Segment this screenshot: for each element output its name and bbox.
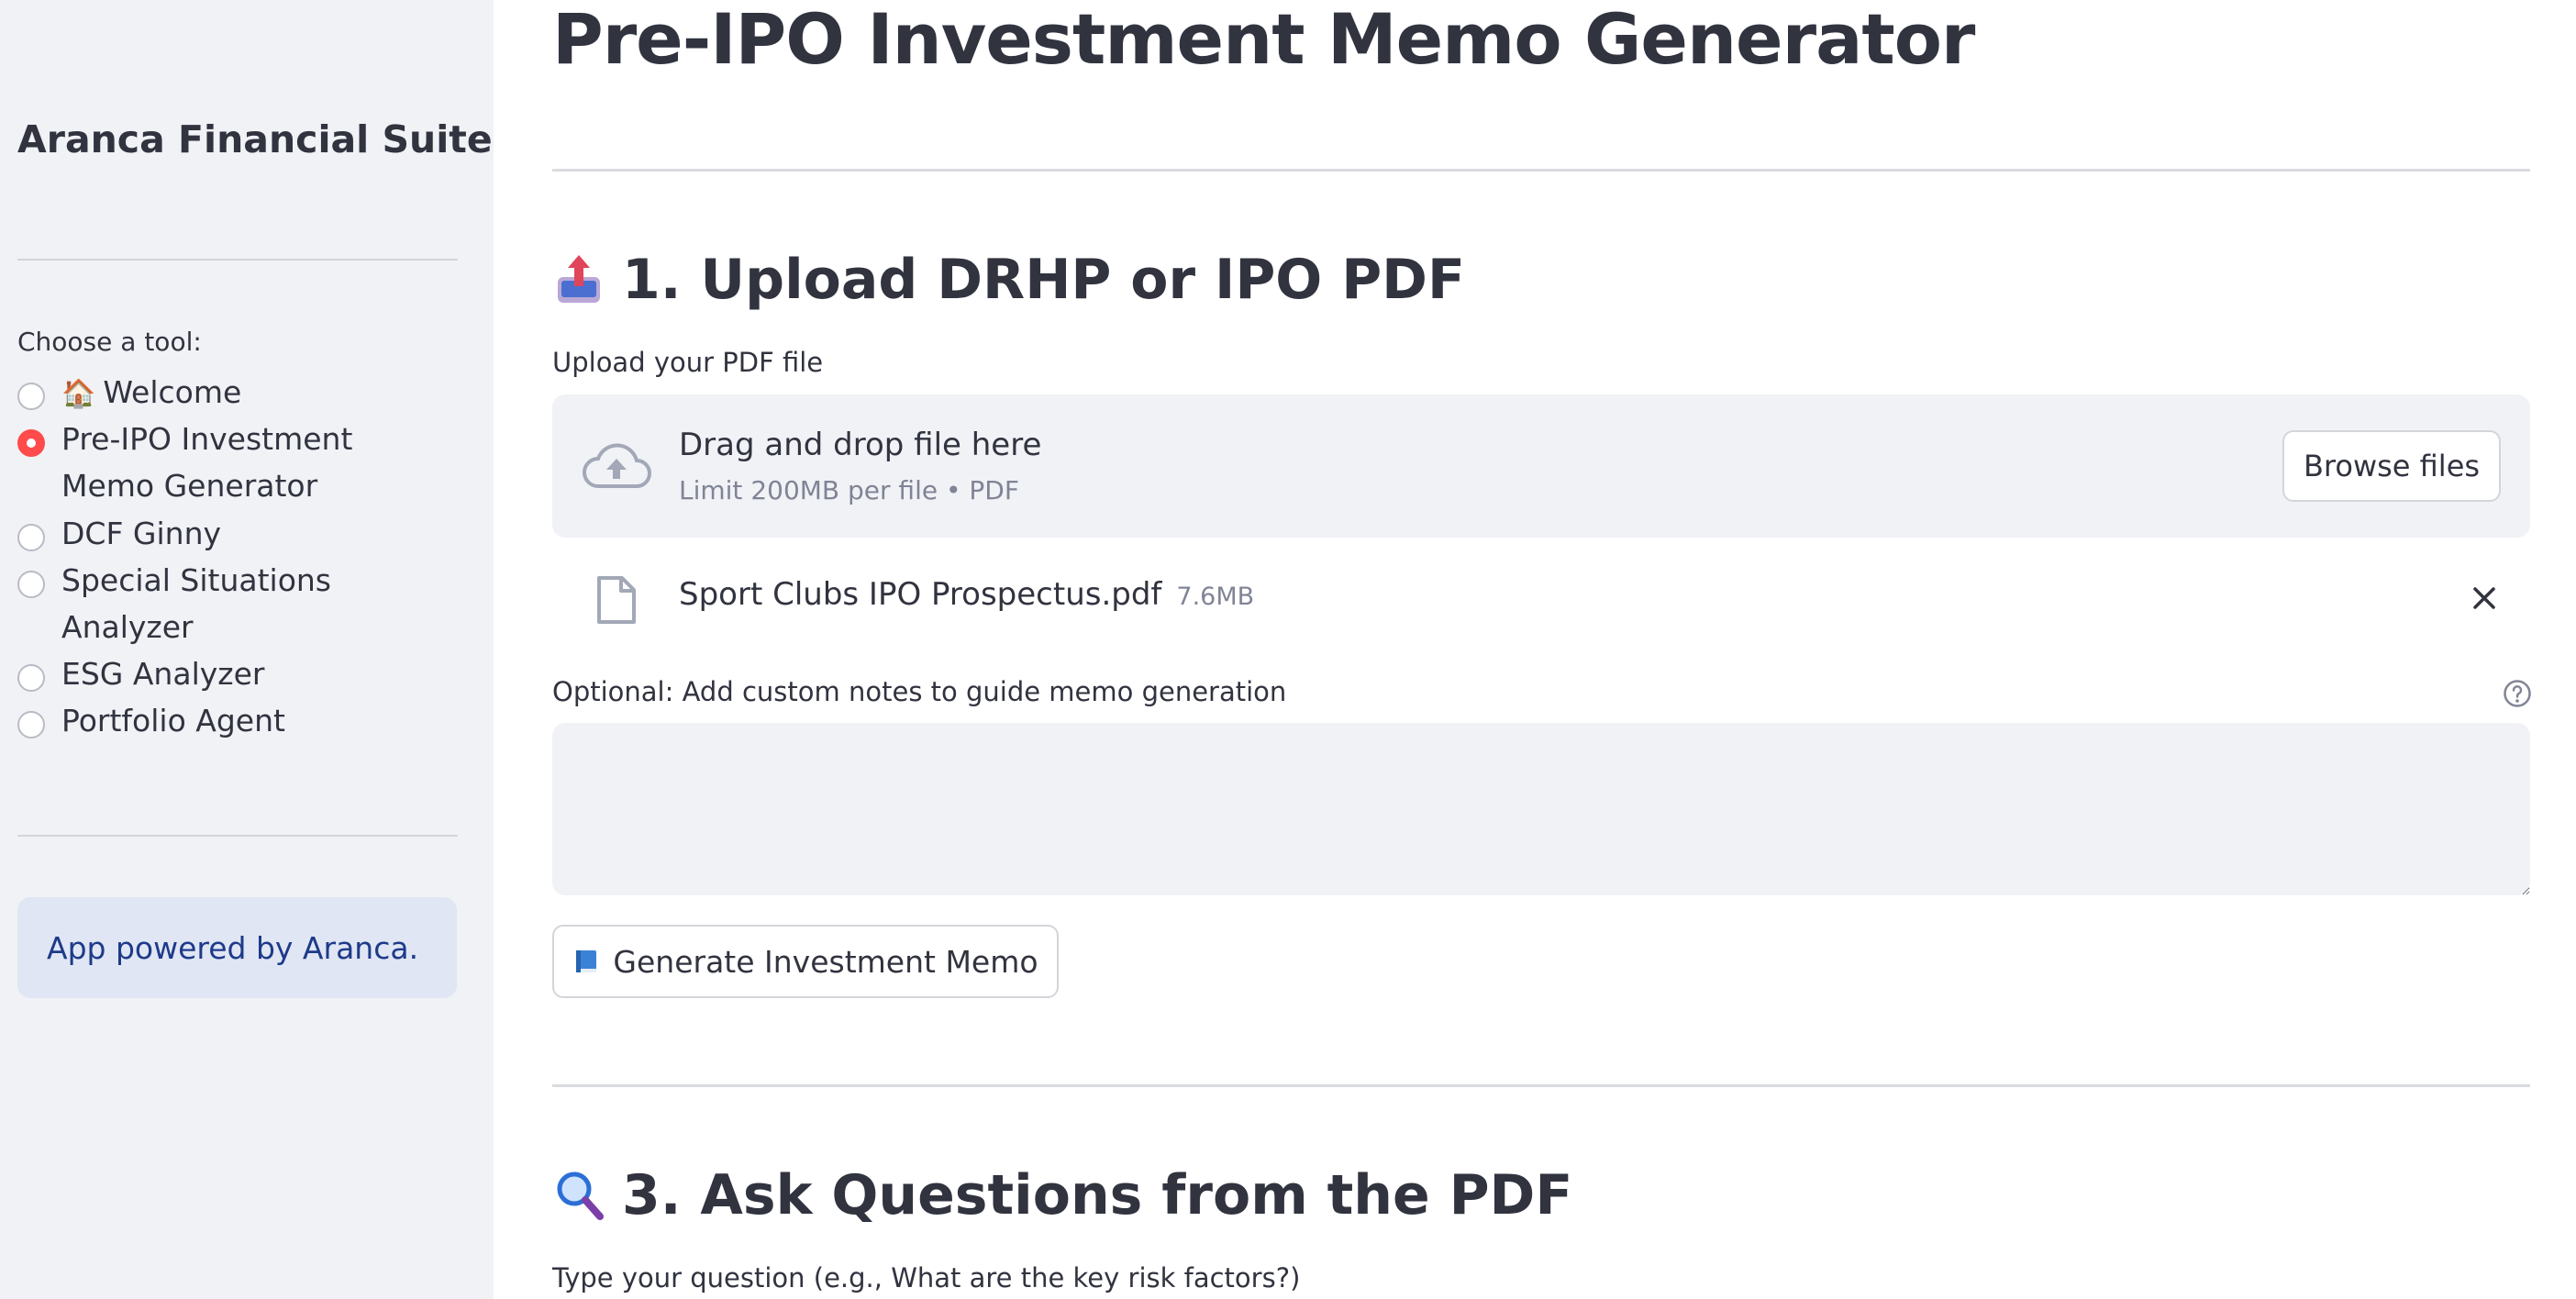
radio-option-welcome[interactable]: 🏠 Welcome <box>17 374 458 417</box>
radio-option-label: Portfolio Agent <box>61 703 285 738</box>
section-title: 1. Upload DRHP or IPO PDF <box>622 248 1465 312</box>
notes-label: Optional: Add custom notes to guide memo… <box>552 676 1287 707</box>
sidebar-divider <box>17 259 458 261</box>
house-icon: 🏠 <box>61 378 96 410</box>
radio-button[interactable] <box>17 383 45 410</box>
radio-button[interactable] <box>17 664 45 692</box>
app-title: Aranca Financial Suite <box>17 117 493 161</box>
radio-option-label: Pre-IPO Investment Memo Generator <box>61 421 353 504</box>
radio-button[interactable] <box>17 711 45 738</box>
uploaded-file-info: Sport Clubs IPO Prospectus.pdf 7.6MB <box>679 576 1254 613</box>
radio-option-label: Special Situations Analyzer <box>61 562 331 645</box>
dropzone-title: Drag and drop file here <box>679 427 1042 463</box>
sidebar: Aranca Financial Suite Choose a tool: 🏠 W… <box>0 0 494 1299</box>
powered-by-text: App powered by Aranca. <box>47 929 419 966</box>
radio-option-label: 🏠 Welcome <box>61 369 241 417</box>
uploaded-file-name: Sport Clubs IPO Prospectus.pdf <box>679 576 1162 613</box>
question-input-label: Type your question (e.g., What are the k… <box>552 1262 1301 1293</box>
divider <box>552 1084 2530 1087</box>
generate-memo-button[interactable]: Generate Investment Memo <box>552 925 1059 998</box>
radio-option-pre-ipo-memo[interactable]: Pre-IPO Investment Memo Generator <box>17 421 458 509</box>
outbox-tray-icon <box>558 255 600 303</box>
generate-memo-label: Generate Investment Memo <box>613 943 1038 980</box>
info-box: App powered by Aranca. <box>17 897 457 998</box>
page-title: Pre-IPO Investment Memo Generator <box>552 0 1975 80</box>
uploaded-file-row: Sport Clubs IPO Prospectus.pdf 7.6MB <box>552 558 2530 640</box>
cloud-upload-icon <box>583 443 651 488</box>
browse-files-button[interactable]: Browse files <box>2282 430 2501 502</box>
file-icon <box>597 576 636 624</box>
radio-button-selected[interactable] <box>17 429 45 457</box>
uploaded-file-size: 7.6MB <box>1176 583 1255 611</box>
sidebar-divider <box>17 835 458 837</box>
radio-button[interactable] <box>17 524 45 551</box>
section-title: 3. Ask Questions from the PDF <box>622 1163 1573 1227</box>
custom-notes-textarea[interactable] <box>552 723 2530 895</box>
radio-option-portfolio-agent[interactable]: Portfolio Agent <box>17 703 458 744</box>
upload-section-header: 1. Upload DRHP or IPO PDF <box>552 248 1465 312</box>
tool-radio-label: Choose a tool: <box>17 327 202 357</box>
blue-book-icon <box>576 950 597 972</box>
close-icon[interactable] <box>2466 580 2503 616</box>
magnifying-glass-icon <box>557 1171 604 1220</box>
dropzone-limit-text: Limit 200MB per file • PDF <box>679 475 1019 505</box>
radio-button[interactable] <box>17 571 45 598</box>
radio-option-label: ESG Analyzer <box>61 656 265 692</box>
divider <box>552 169 2530 172</box>
radio-option-dcf-ginny[interactable]: DCF Ginny <box>17 516 458 557</box>
main-content: Pre-IPO Investment Memo Generator 1. Upl… <box>494 0 2576 1299</box>
radio-option-special-situations[interactable]: Special Situations Analyzer <box>17 562 458 650</box>
ask-section-header: 3. Ask Questions from the PDF <box>552 1163 1572 1227</box>
file-uploader-label: Upload your PDF file <box>552 347 824 378</box>
help-icon[interactable] <box>2503 679 2532 708</box>
radio-option-label: DCF Ginny <box>61 516 222 551</box>
radio-option-esg-analyzer[interactable]: ESG Analyzer <box>17 656 458 697</box>
file-dropzone[interactable]: Drag and drop file here Limit 200MB per … <box>552 394 2530 538</box>
